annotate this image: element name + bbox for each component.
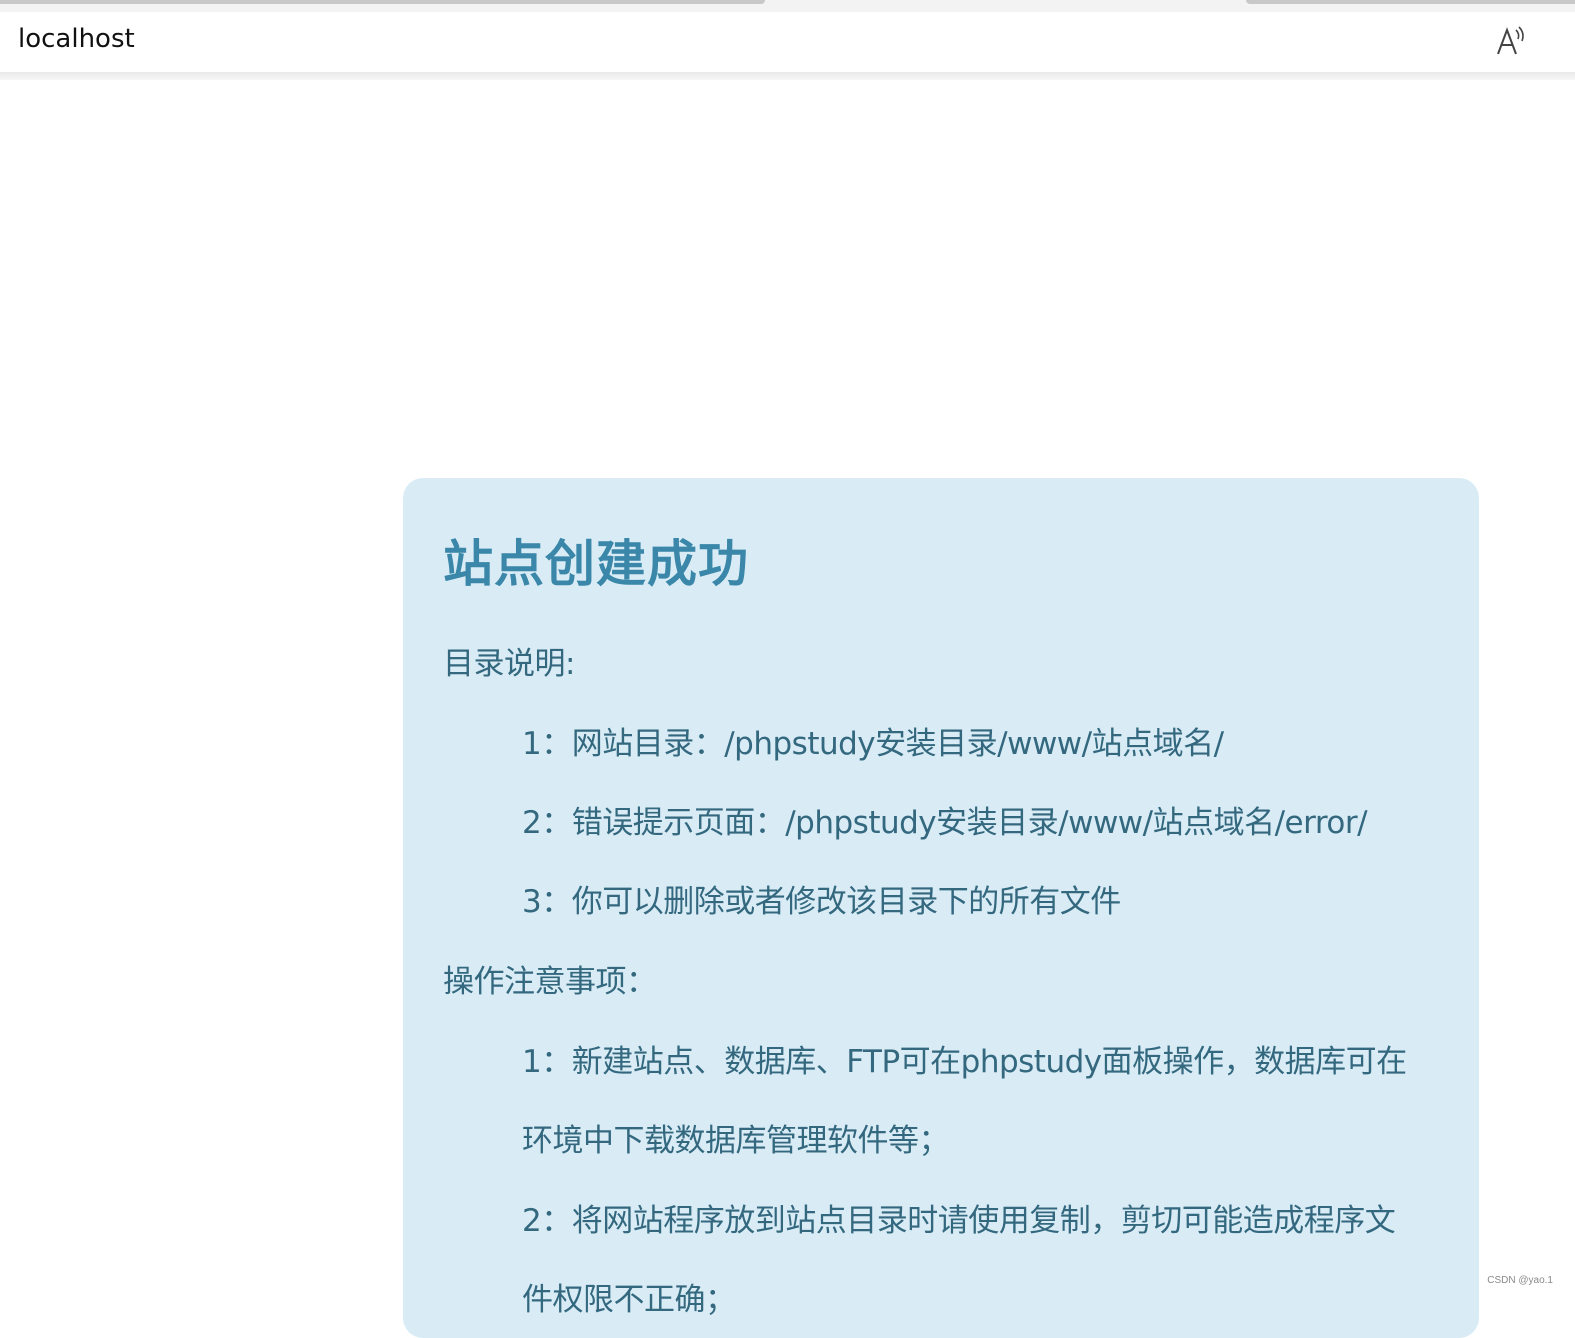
list-item: 2：错误提示页面：/phpstudy安装目录/www/站点域名/error/ [522,797,1367,842]
read-aloud-icon[interactable] [1494,24,1530,60]
address-bar[interactable]: localhost [0,12,1575,72]
browser-tab[interactable] [1246,0,1575,4]
directory-heading: 目录说明: [443,638,575,683]
list-item: 1：新建站点、数据库、FTP可在phpstudy面板操作，数据库可在 [522,1036,1407,1081]
list-item: 环境中下载数据库管理软件等； [522,1115,949,1160]
list-item: 2：将网站程序放到站点目录时请使用复制，剪切可能造成程序文 [522,1195,1395,1240]
list-item: 3：你可以删除或者修改该目录下的所有文件 [522,876,1121,921]
list-item: 件权限不正确； [522,1274,736,1319]
welcome-card: 站点创建成功 目录说明: 1：网站目录：/phpstudy安装目录/www/站点… [403,478,1479,1338]
page-title: 站点创建成功 [443,524,749,596]
operations-heading: 操作注意事项： [443,956,657,1001]
watermark: CSDN @yao.1 [1487,1275,1553,1286]
toolbar-divider [0,72,1575,80]
browser-tab-strip [0,0,1575,12]
url-text[interactable]: localhost [18,24,135,54]
list-item: 1：网站目录：/phpstudy安装目录/www/站点域名/ [522,718,1224,763]
browser-tab[interactable] [0,0,765,4]
